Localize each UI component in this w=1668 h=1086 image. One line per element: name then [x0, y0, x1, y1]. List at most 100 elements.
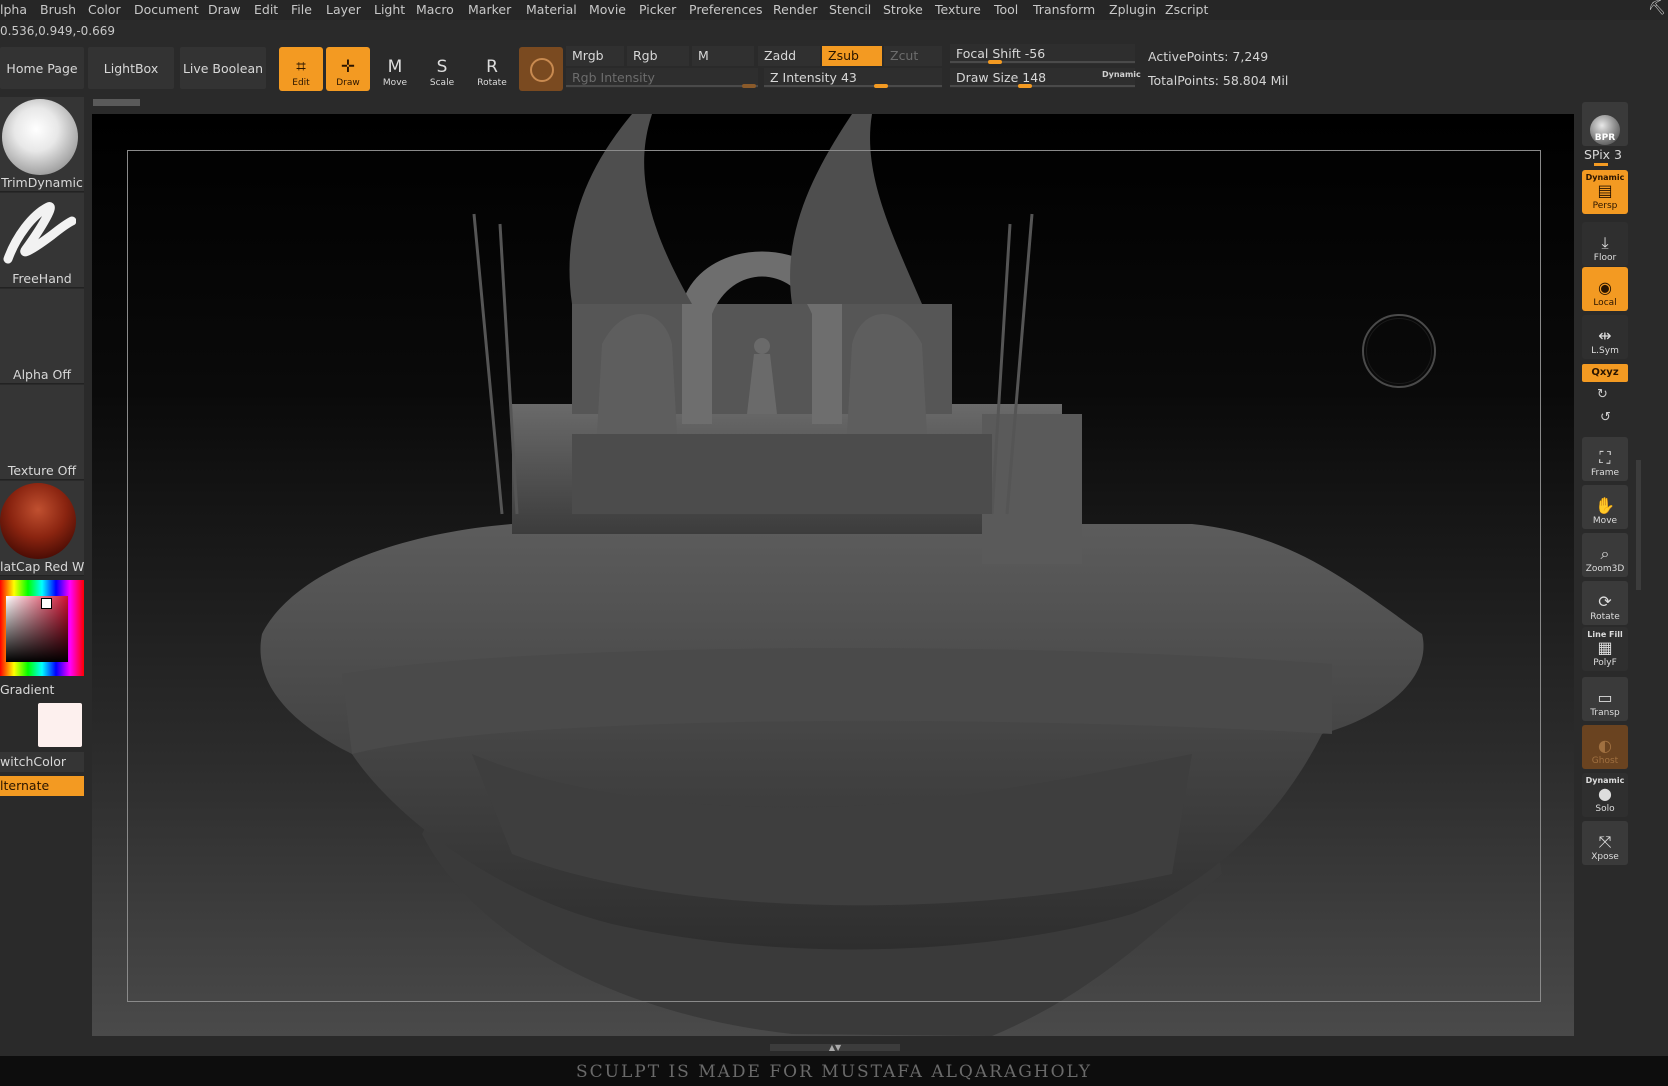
gradient-label[interactable]: Gradient	[0, 682, 54, 697]
menu-macro[interactable]: Macro	[416, 2, 454, 17]
edit-mode-button[interactable]: ⌗ Edit	[279, 47, 323, 91]
zsub-button[interactable]: Zsub	[822, 46, 882, 66]
draw-mode-button[interactable]: ✛ Draw	[326, 47, 370, 91]
focal-shift-label: Focal Shift	[956, 46, 1021, 61]
spix-knob[interactable]	[1594, 163, 1608, 166]
scale-label: Scale	[429, 78, 455, 88]
rotate-z-icon[interactable]: ↺	[1600, 410, 1611, 425]
saturation-square[interactable]	[6, 596, 68, 662]
secondary-color-swatch[interactable]	[38, 703, 82, 747]
local-button[interactable]: ◉ Local	[1582, 267, 1628, 311]
sphere-brush-icon	[2, 99, 78, 175]
xyz-button[interactable]: Qxyz	[1582, 364, 1628, 382]
menu-picker[interactable]: Picker	[639, 2, 676, 17]
zoom3d-button[interactable]: ⌕ Zoom3D	[1582, 533, 1628, 577]
local-label: Local	[1593, 298, 1617, 308]
solo-label: Solo	[1595, 804, 1615, 814]
xpose-button[interactable]: ⤧ Xpose	[1582, 821, 1628, 865]
menu-zscript[interactable]: Zscript	[1165, 2, 1208, 17]
menu-document[interactable]: Document	[134, 2, 199, 17]
menu-layer[interactable]: Layer	[326, 2, 361, 17]
polyf-label: PolyF	[1593, 658, 1617, 668]
lightbox-button[interactable]: LightBox	[88, 47, 174, 89]
menu-alpha[interactable]: lpha	[0, 2, 27, 17]
lsym-button[interactable]: ⇹ L.Sym	[1582, 315, 1628, 359]
rotate-view-icon: ⟳	[1598, 592, 1612, 611]
menu-movie[interactable]: Movie	[589, 2, 626, 17]
draw-label: Draw	[336, 78, 360, 88]
switch-color-button[interactable]: witchColor	[0, 752, 84, 772]
menu-file[interactable]: File	[291, 2, 312, 17]
brush-thumbnail[interactable]: TrimDynamic	[0, 97, 84, 192]
color-picker[interactable]	[0, 580, 84, 676]
menu-stroke[interactable]: Stroke	[883, 2, 923, 17]
menu-stencil[interactable]: Stencil	[829, 2, 871, 17]
menu-texture[interactable]: Texture	[935, 2, 981, 17]
focal-shift-slider[interactable]: Focal Shift -56	[950, 44, 1135, 64]
menu-draw[interactable]: Draw	[208, 2, 241, 17]
menu-tool[interactable]: Tool	[994, 2, 1018, 17]
solo-button[interactable]: Dynamic ● Solo	[1582, 773, 1628, 817]
live-boolean-button[interactable]: Live Boolean	[180, 47, 266, 89]
move-mode-button[interactable]: M Move	[373, 47, 417, 91]
menu-color[interactable]: Color	[88, 2, 121, 17]
canvas-scroll-handle[interactable]: ▲▼	[770, 1044, 900, 1052]
zcut-button[interactable]: Zcut	[884, 46, 942, 66]
shelf-scroll-handle[interactable]	[93, 99, 140, 106]
frame-button[interactable]: ⛶ Frame	[1582, 437, 1628, 481]
z-intensity-slider[interactable]: Z Intensity 43	[764, 68, 942, 88]
alpha-thumbnail[interactable]: Alpha Off	[0, 289, 84, 384]
rotate-mode-button[interactable]: R Rotate	[470, 47, 514, 91]
zoom-icon: ⌕	[1600, 544, 1610, 563]
pick-icon[interactable]: ⛏	[1648, 0, 1666, 16]
rgb-button[interactable]: Rgb	[627, 46, 689, 66]
rotate-view-button[interactable]: ⟳ Rotate	[1582, 581, 1628, 625]
z-intensity-label: Z Intensity	[770, 70, 837, 85]
bpr-button[interactable]: BPR	[1582, 102, 1628, 146]
edit-label: Edit	[292, 78, 310, 88]
stroke-thumbnail[interactable]: FreeHand	[0, 193, 84, 288]
spix-slider[interactable]: SPix 3	[1584, 147, 1622, 162]
stroke-name: FreeHand	[12, 271, 72, 286]
rgb-intensity-slider[interactable]: Rgb Intensity	[566, 68, 758, 88]
menu-edit[interactable]: Edit	[254, 2, 278, 17]
coordinates-readout: 0.536,0.949,-0.669	[0, 24, 116, 38]
floor-button[interactable]: ⤓ Floor	[1582, 222, 1628, 266]
rotate-y-icon[interactable]: ↻	[1597, 387, 1608, 402]
frame-label: Frame	[1590, 468, 1620, 478]
texture-thumbnail[interactable]: Texture Off	[0, 385, 84, 480]
move-view-label: Move	[1592, 516, 1618, 526]
move-view-button[interactable]: ✋ Move	[1582, 485, 1628, 529]
focal-shift-value: -56	[1024, 46, 1046, 61]
ghost-button[interactable]: ◐ Ghost	[1582, 725, 1628, 769]
ghost-label: Ghost	[1591, 756, 1619, 766]
transp-button[interactable]: ▭ Transp	[1582, 677, 1628, 721]
menu-render[interactable]: Render	[773, 2, 818, 17]
mrgb-button[interactable]: Mrgb	[566, 46, 624, 66]
right-scroll-handle[interactable]	[1636, 460, 1641, 590]
persp-label: Persp	[1592, 201, 1618, 211]
color-swatch-button[interactable]	[519, 47, 563, 91]
scale-mode-button[interactable]: S Scale	[420, 47, 464, 91]
dynamic-toggle[interactable]: Dynamic	[1102, 70, 1141, 79]
color-cursor[interactable]	[41, 598, 52, 609]
zadd-button[interactable]: Zadd	[758, 46, 820, 66]
menu-zplugin[interactable]: Zplugin	[1109, 2, 1156, 17]
menu-marker[interactable]: Marker	[468, 2, 511, 17]
menu-material[interactable]: Material	[526, 2, 577, 17]
alternate-button[interactable]: lternate	[0, 776, 84, 796]
lsym-label: L.Sym	[1591, 346, 1619, 356]
menu-transform[interactable]: Transform	[1033, 2, 1095, 17]
lsym-icon: ⇹	[1598, 326, 1612, 345]
menu-brush[interactable]: Brush	[40, 2, 76, 17]
menu-light[interactable]: Light	[374, 2, 405, 17]
document-frame	[127, 150, 1541, 1002]
polyf-button[interactable]: Line Fill ▦ PolyF	[1582, 627, 1628, 671]
m-button[interactable]: M	[692, 46, 754, 66]
persp-button[interactable]: Dynamic ▤ Persp	[1582, 170, 1628, 214]
material-thumbnail[interactable]: latCap Red Wax	[0, 481, 84, 576]
bpr-label: BPR	[1594, 133, 1616, 143]
menu-preferences[interactable]: Preferences	[689, 2, 763, 17]
home-page-button[interactable]: Home Page	[0, 47, 84, 89]
hand-icon: ✋	[1595, 496, 1615, 515]
